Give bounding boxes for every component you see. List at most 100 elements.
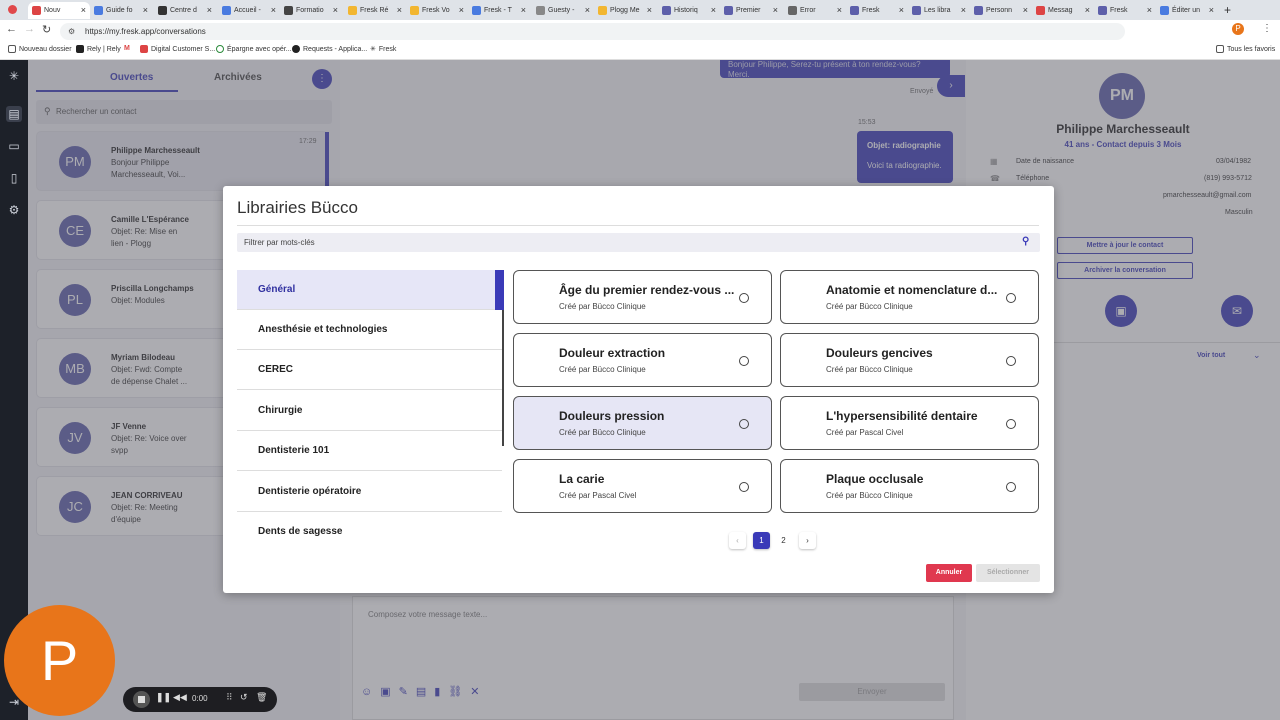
library-card[interactable]: La carie Créé par Pascal Civel [513,459,772,513]
forward-icon[interactable]: → [24,23,35,35]
close-icon[interactable]: × [773,5,778,15]
close-icon[interactable]: × [711,5,716,15]
bookmark-item[interactable]: Nouveau dossier [8,45,72,53]
close-icon[interactable]: × [271,5,276,15]
close-icon[interactable]: × [397,5,402,15]
category-general[interactable]: Général [237,270,502,310]
close-icon[interactable]: × [81,5,86,15]
category-item[interactable]: Dentisterie 101 [237,431,502,471]
new-tab-icon[interactable]: + [1224,3,1231,17]
browser-tab[interactable]: Plogg Me × [594,2,656,19]
browser-tab[interactable]: Éditer un × [1156,2,1218,19]
bookmark-item[interactable]: Digital Customer S... [140,45,215,53]
close-icon[interactable]: × [143,5,148,15]
trash-icon[interactable]: 🗑 [256,692,267,703]
select-radio[interactable] [739,293,749,303]
library-card[interactable]: Âge du premier rendez-vous ... Créé par … [513,270,772,324]
bookmark-item[interactable]: ✳ Fresk [370,45,396,54]
close-icon[interactable]: × [1209,5,1214,15]
page-button[interactable]: 2 [775,532,792,549]
keyword-filter-input[interactable]: Filtrer par mots-clés [237,233,1040,252]
close-icon[interactable]: × [961,5,966,15]
bookmark-item[interactable]: Rely | Rely [76,45,121,53]
browser-tab[interactable]: Premier × [720,2,782,19]
site-info-icon[interactable]: ⚙ [68,27,75,36]
browser-tab[interactable]: Centre d × [154,2,216,19]
browser-tab[interactable]: Formatio × [280,2,342,19]
library-card[interactable]: Anatomie et nomenclature d... Créé par B… [780,270,1039,324]
close-icon[interactable]: × [459,5,464,15]
close-icon[interactable]: × [521,5,526,15]
reload-icon[interactable]: ↻ [42,23,51,36]
tab-label: Fresk Ré [360,7,389,14]
browser-tab[interactable]: Fresk × [846,2,908,19]
cancel-button[interactable]: Annuler [926,564,972,582]
prev-page-button[interactable]: ‹ [729,532,746,549]
select-radio[interactable] [739,482,749,492]
stop-button[interactable] [133,691,150,708]
messages-icon[interactable]: ▭ [6,138,22,154]
category-item[interactable]: Anesthésie et technologies [237,310,502,350]
browser-tab[interactable]: Messag × [1032,2,1094,19]
library-card[interactable]: Plaque occlusale Créé par Bücco Clinique [780,459,1039,513]
close-icon[interactable]: × [1147,5,1152,15]
select-radio[interactable] [1006,293,1016,303]
grid-icon[interactable]: ⠿ [226,692,233,703]
all-bookmarks[interactable]: Tous les favoris [1216,45,1275,53]
browser-tab[interactable]: Fresk Ré × [344,2,406,19]
close-icon[interactable]: × [1085,5,1090,15]
bookmark-item[interactable]: M [124,45,130,52]
library-icon[interactable]: ▯ [6,170,22,186]
settings-icon[interactable]: ⚙ [6,202,22,218]
pause-icon[interactable]: ❚❚ [156,692,171,703]
category-item[interactable]: CEREC [237,350,502,390]
close-icon[interactable]: × [899,5,904,15]
fresk-logo-icon[interactable]: ✳ [6,68,22,84]
browser-tab[interactable]: Fresk Vo × [406,2,468,19]
browser-tab[interactable]: Les libra × [908,2,970,19]
close-icon[interactable]: × [837,5,842,15]
back-icon[interactable]: ← [6,23,17,35]
card-author: Créé par Bücco Clinique [559,365,646,374]
category-scrollbar[interactable] [502,310,504,446]
page-button[interactable]: 1 [753,532,770,549]
rewind-icon[interactable]: ◀◀ [173,692,187,703]
browser-tab[interactable]: Fresk - T × [468,2,530,19]
select-radio[interactable] [1006,419,1016,429]
category-item[interactable]: Chirurgie [237,391,502,431]
browser-tab[interactable]: Guesty - × [532,2,594,19]
menu-icon[interactable]: ⋮ [1262,23,1272,34]
browser-tab[interactable]: Accueil - × [218,2,280,19]
next-page-button[interactable]: › [799,532,816,549]
restart-icon[interactable]: ↺ [240,692,248,703]
library-card[interactable]: Douleurs gencives Créé par Bücco Cliniqu… [780,333,1039,387]
select-radio[interactable] [1006,482,1016,492]
library-card[interactable]: Douleur extraction Créé par Bücco Cliniq… [513,333,772,387]
select-radio[interactable] [739,356,749,366]
select-radio[interactable] [739,419,749,429]
bookmark-item[interactable]: Épargne avec opér... [216,45,292,53]
profile-avatar-icon[interactable]: P [1232,23,1244,35]
close-icon[interactable]: × [207,5,212,15]
browser-tab[interactable]: Nouv × [28,2,90,19]
browser-tab[interactable]: Guide fo × [90,2,152,19]
browser-tab[interactable]: Error × [784,2,846,19]
category-item[interactable]: Dentisterie opératoire [237,472,502,512]
browser-tab[interactable]: Historiq × [658,2,720,19]
url-input[interactable]: https://my.fresk.app/conversations [60,23,1125,40]
browser-tab[interactable]: Fresk × [1094,2,1156,19]
search-icon[interactable]: ⚲ [1022,236,1029,247]
browser-tab[interactable]: Personn × [970,2,1032,19]
bookmark-item[interactable]: Requests - Applica... [292,45,367,53]
conversations-icon[interactable]: ▤ [6,106,22,122]
library-card[interactable]: L'hypersensibilité dentaire Créé par Pas… [780,396,1039,450]
close-icon[interactable]: × [585,5,590,15]
category-item[interactable]: Dents de sagesse [237,512,502,549]
close-icon[interactable]: × [647,5,652,15]
select-radio[interactable] [1006,356,1016,366]
close-icon[interactable]: × [1023,5,1028,15]
close-icon[interactable]: × [333,5,338,15]
library-card[interactable]: Douleurs pression Créé par Bücco Cliniqu… [513,396,772,450]
tab-label: Centre d [170,7,197,14]
select-button[interactable]: Sélectionner [976,564,1040,582]
